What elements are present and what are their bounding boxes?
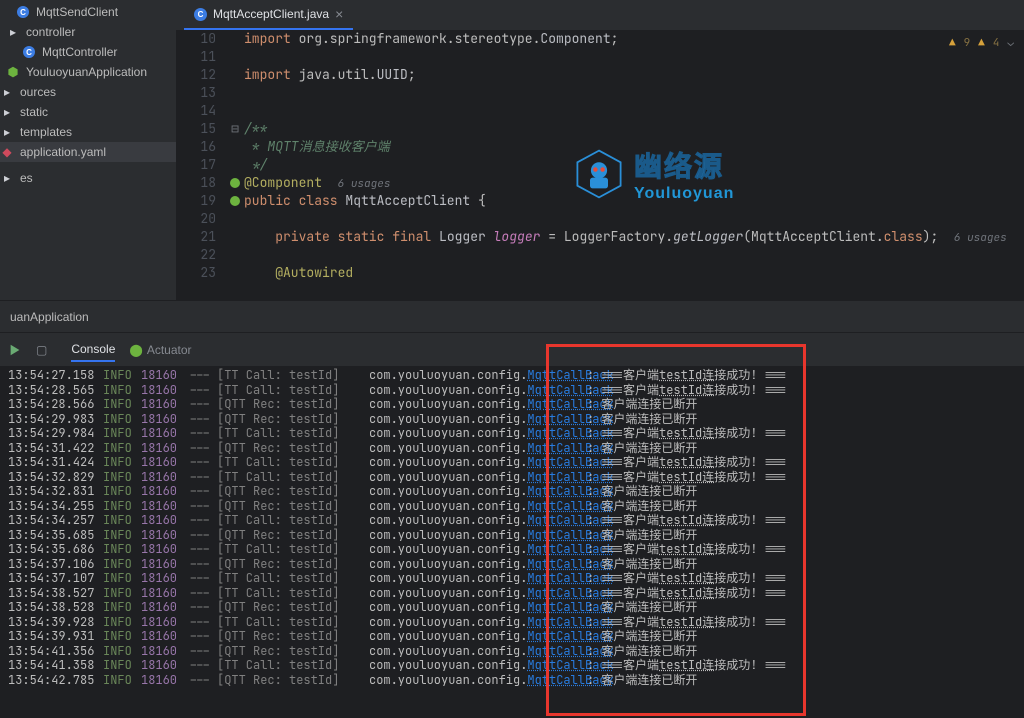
- log-line: 13:54:39.928INFO 18160 --- [TT Call: tes…: [8, 615, 1024, 630]
- tree-item-label: controller: [26, 25, 75, 39]
- actuator-tab[interactable]: ⬤ Actuator: [129, 343, 191, 357]
- project-tree[interactable]: C MqttSendClient ▸ controller C MqttControlle…: [0, 0, 176, 300]
- run-config-name: uanApplication: [10, 310, 89, 324]
- console-tab[interactable]: Console: [71, 342, 115, 362]
- close-icon[interactable]: ×: [335, 6, 343, 22]
- code-line[interactable]: @Component 6 usages: [244, 174, 1024, 192]
- log-line: 13:54:35.686INFO 18160 --- [TT Call: tes…: [8, 542, 1024, 557]
- tree-item-label: MqttSendClient: [36, 5, 118, 19]
- tree-item-label: MqttController: [42, 45, 117, 59]
- run-bar: uanApplication: [0, 300, 1024, 332]
- log-line: 13:54:37.106INFO 18160 --- [QTT Rec: tes…: [8, 557, 1024, 572]
- yaml-icon: ◆: [0, 145, 14, 159]
- tree-item-label: application.yaml: [20, 145, 106, 159]
- folder-icon: ▸: [0, 105, 14, 119]
- code-line[interactable]: [244, 246, 1024, 264]
- code-line[interactable]: import org.springframework.stereotype.Co…: [244, 30, 1024, 48]
- warning-icon: ▲: [978, 34, 985, 52]
- tree-item[interactable]: ▸ ources: [0, 82, 176, 102]
- log-line: 13:54:29.984INFO 18160 --- [TT Call: tes…: [8, 426, 1024, 441]
- run-toolbar[interactable]: ▢ Console ⬤ Actuator: [0, 332, 1024, 366]
- log-line: 13:54:31.424INFO 18160 --- [TT Call: tes…: [8, 455, 1024, 470]
- tree-item-label: static: [20, 105, 48, 119]
- tree-item[interactable]: C MqttController: [0, 42, 176, 62]
- folder-icon: ▸: [0, 125, 14, 139]
- log-line: 13:54:41.358INFO 18160 --- [TT Call: tes…: [8, 658, 1024, 673]
- tree-item-label: YouluoyuanApplication: [26, 65, 147, 79]
- log-line: 13:54:39.931INFO 18160 --- [QTT Rec: tes…: [8, 629, 1024, 644]
- tree-item[interactable]: ▸ controller: [0, 22, 176, 42]
- line-gutter: 1011121314151617181920212223: [176, 30, 226, 300]
- folder-icon: ▸: [0, 85, 14, 99]
- log-line: 13:54:34.257INFO 18160 --- [TT Call: tes…: [8, 513, 1024, 528]
- chevron-icon: ⌄: [1007, 34, 1014, 52]
- log-line: 13:54:38.527INFO 18160 --- [TT Call: tes…: [8, 586, 1024, 601]
- class-icon: C: [22, 45, 36, 59]
- log-line: 13:54:37.107INFO 18160 --- [TT Call: tes…: [8, 571, 1024, 586]
- code-line[interactable]: [244, 48, 1024, 66]
- console-output[interactable]: 13:54:27.158INFO 18160 --- [TT Call: tes…: [0, 366, 1024, 718]
- class-icon: C: [16, 5, 30, 19]
- log-line: 13:54:38.528INFO 18160 --- [QTT Rec: tes…: [8, 600, 1024, 615]
- log-line: 13:54:35.685INFO 18160 --- [QTT Rec: tes…: [8, 528, 1024, 543]
- warning-icon: ▲: [949, 34, 956, 52]
- inspection-badges[interactable]: ▲9 ▲4 ⌄: [949, 34, 1014, 52]
- log-line: 13:54:29.983INFO 18160 --- [QTT Rec: tes…: [8, 412, 1024, 427]
- folder-icon: ▸: [6, 25, 20, 39]
- tree-item-label: es: [20, 171, 33, 185]
- log-line: 13:54:34.255INFO 18160 --- [QTT Rec: tes…: [8, 499, 1024, 514]
- spring-icon: ⬢: [6, 65, 20, 79]
- rerun-icon[interactable]: [8, 343, 22, 357]
- code-line[interactable]: [244, 102, 1024, 120]
- folder-icon: ▸: [0, 171, 14, 185]
- tree-item[interactable]: ◆ application.yaml: [0, 142, 176, 162]
- code-line[interactable]: import java.util.UUID;: [244, 66, 1024, 84]
- code-line[interactable]: private static final Logger logger = Log…: [244, 228, 1024, 246]
- log-line: 13:54:31.422INFO 18160 --- [QTT Rec: tes…: [8, 441, 1024, 456]
- code-line[interactable]: [244, 210, 1024, 228]
- code-line[interactable]: public class MqttAcceptClient {: [244, 192, 1024, 210]
- log-line: 13:54:27.158INFO 18160 --- [TT Call: tes…: [8, 368, 1024, 383]
- tree-item[interactable]: ⬢ YouluoyuanApplication: [0, 62, 176, 82]
- tree-item[interactable]: ▸ static: [0, 102, 176, 122]
- java-class-icon: C: [194, 8, 207, 21]
- code-area[interactable]: 1011121314151617181920212223 ⊟ import or…: [176, 30, 1024, 300]
- log-line: 13:54:42.785INFO 18160 --- [QTT Rec: tes…: [8, 673, 1024, 688]
- editor-tabs[interactable]: C MqttAcceptClient.java ×: [176, 0, 1024, 30]
- log-line: 13:54:32.831INFO 18160 --- [QTT Rec: tes…: [8, 484, 1024, 499]
- code-line[interactable]: */: [244, 156, 1024, 174]
- log-line: 13:54:41.356INFO 18160 --- [QTT Rec: tes…: [8, 644, 1024, 659]
- tree-item-label: templates: [20, 125, 72, 139]
- tab-title: MqttAcceptClient.java: [213, 7, 329, 21]
- log-line: 13:54:28.565INFO 18160 --- [TT Call: tes…: [8, 383, 1024, 398]
- code-line[interactable]: [244, 84, 1024, 102]
- code-lines[interactable]: import org.springframework.stereotype.Co…: [244, 30, 1024, 300]
- editor: C MqttAcceptClient.java × 10111213141516…: [176, 0, 1024, 300]
- log-line: 13:54:32.829INFO 18160 --- [TT Call: tes…: [8, 470, 1024, 485]
- code-line[interactable]: /**: [244, 120, 1024, 138]
- log-line: 13:54:28.566INFO 18160 --- [QTT Rec: tes…: [8, 397, 1024, 412]
- stop-icon[interactable]: ▢: [36, 343, 47, 357]
- tree-item[interactable]: C MqttSendClient: [0, 2, 176, 22]
- gutter-icons[interactable]: ⊟: [226, 30, 244, 300]
- editor-tab-active[interactable]: C MqttAcceptClient.java ×: [184, 0, 353, 30]
- code-line[interactable]: * MQTT消息接收客户端: [244, 138, 1024, 156]
- code-line[interactable]: @Autowired: [244, 264, 1024, 282]
- tree-item-label: ources: [20, 85, 56, 99]
- tree-item[interactable]: ▸ templates: [0, 122, 176, 142]
- tree-item[interactable]: ▸ es: [0, 168, 176, 188]
